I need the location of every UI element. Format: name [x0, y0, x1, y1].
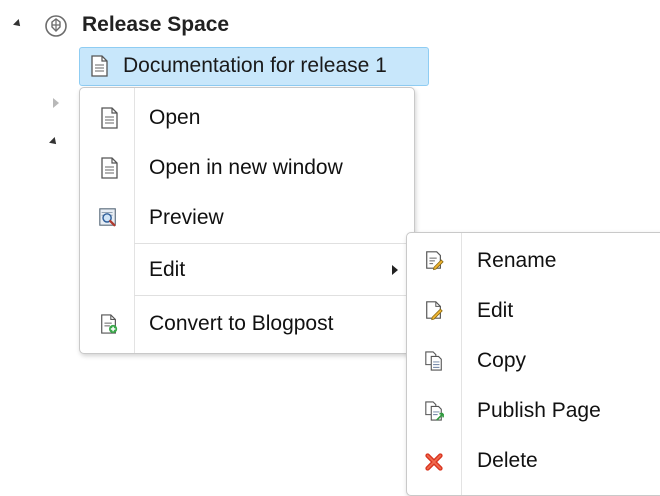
selected-page-label: Documentation for release 1 — [123, 54, 387, 77]
menu-item-label: Copy — [477, 349, 527, 372]
rename-icon — [426, 251, 444, 271]
selected-page-node[interactable]: Documentation for release 1 — [79, 47, 429, 86]
menu-item-label: Open — [149, 106, 201, 129]
expand-toggle-icon[interactable] — [49, 137, 59, 147]
page-icon — [101, 107, 118, 129]
convert-blogpost-icon — [101, 314, 118, 334]
page-icon — [101, 157, 118, 179]
space-title[interactable]: Release Space — [82, 13, 229, 37]
menu-item-label: Edit — [149, 258, 186, 281]
menu-item-label: Publish Page — [477, 399, 601, 422]
menu-item-label: Rename — [477, 249, 557, 272]
menu-item-open-new-window[interactable]: Open in new window — [80, 147, 414, 189]
submenu-arrow-icon — [392, 265, 398, 275]
menu-separator — [134, 243, 414, 244]
submenu-item-copy[interactable]: Copy — [407, 341, 660, 383]
submenu-item-rename[interactable]: Rename — [407, 241, 660, 283]
expand-toggle-icon[interactable] — [13, 19, 23, 29]
menu-item-label: Convert to Blogpost — [149, 312, 334, 335]
delete-icon — [425, 453, 443, 471]
page-icon — [91, 55, 108, 77]
preview-icon — [99, 208, 116, 227]
menu-item-label: Edit — [477, 299, 514, 322]
menu-item-edit[interactable]: Edit — [80, 249, 414, 291]
submenu-item-edit[interactable]: Edit — [407, 291, 660, 333]
publish-page-icon — [425, 401, 444, 421]
menu-item-label: Open in new window — [149, 156, 343, 179]
space-icon — [45, 15, 67, 37]
menu-item-label: Preview — [149, 206, 224, 229]
copy-icon — [425, 351, 442, 371]
edit-submenu: Rename Edit Copy Publish Page Delete — [406, 232, 660, 496]
submenu-item-delete[interactable]: Delete — [407, 441, 660, 483]
menu-item-preview[interactable]: Preview — [80, 197, 414, 239]
submenu-item-publish-page[interactable]: Publish Page — [407, 391, 660, 433]
menu-separator — [134, 295, 414, 296]
context-menu: Open Open in new window Preview Edit Con… — [79, 87, 415, 354]
collapsed-toggle-icon[interactable] — [53, 98, 59, 108]
menu-item-convert-to-blogpost[interactable]: Convert to Blogpost — [80, 303, 414, 345]
menu-item-open[interactable]: Open — [80, 97, 414, 139]
edit-icon — [426, 301, 443, 321]
menu-item-label: Delete — [477, 449, 538, 472]
